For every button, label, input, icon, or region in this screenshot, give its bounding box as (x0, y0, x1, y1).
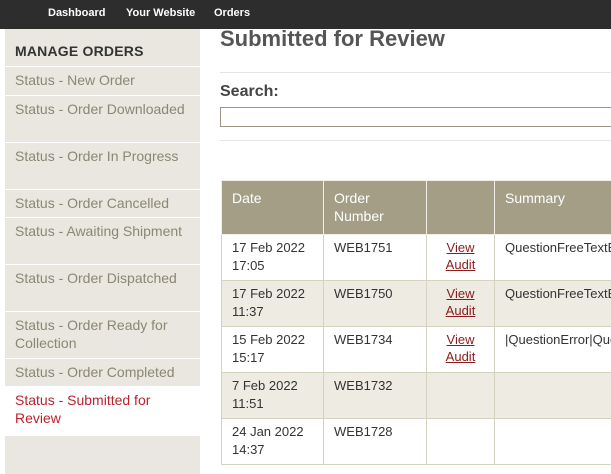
sidebar-item-order-cancelled[interactable]: Status - Order Cancelled (5, 189, 200, 217)
cell-summary: |QuestionError|Que (494, 326, 611, 373)
cell-date: 15 Feb 2022 15:17 (221, 326, 324, 373)
sidebar-item-submitted-for-review[interactable]: Status - Submitted for Review (5, 386, 200, 436)
page-title: Submitted for Review (220, 29, 445, 51)
cell-order-number: WEB1728 (323, 418, 427, 465)
column-header-summary[interactable]: Summary (494, 180, 611, 235)
cell-summary: QuestionFreeTextE (494, 280, 611, 327)
cell-date: 7 Feb 2022 11:51 (221, 372, 324, 419)
table-header-row: Date Order Number Summary (221, 180, 611, 235)
cell-actions (426, 418, 495, 465)
date-text: 17 Feb 2022 11:37 (232, 286, 306, 319)
sidebar-item-order-dispatched[interactable]: Status - Order Dispatched (5, 264, 200, 311)
cell-summary (494, 372, 611, 419)
cell-summary (494, 418, 611, 465)
date-text: 17 Feb 2022 17:05 (232, 240, 306, 273)
top-nav-bar: Dashboard Your Website Orders (0, 0, 611, 29)
search-input[interactable] (220, 107, 611, 127)
cell-order-number: WEB1734 (323, 326, 427, 373)
column-header-date[interactable]: Date (221, 180, 324, 235)
cell-actions: View Audit (426, 326, 495, 373)
table-row[interactable]: 17 Feb 2022 11:37 WEB1750 View Audit Que… (221, 280, 611, 327)
title-divider (220, 72, 611, 73)
sidebar-item-order-in-progress[interactable]: Status - Order In Progress (5, 142, 200, 189)
sidebar-heading: MANAGE ORDERS (15, 43, 144, 59)
view-audit-link[interactable]: View Audit (446, 331, 476, 365)
view-audit-link[interactable]: View Audit (446, 285, 476, 319)
table-row[interactable]: 15 Feb 2022 15:17 WEB1734 View Audit |Qu… (221, 326, 611, 373)
cell-actions: View Audit (426, 234, 495, 281)
nav-your-website-link[interactable]: Your Website (126, 7, 195, 19)
nav-dashboard-link[interactable]: Dashboard (48, 7, 105, 19)
sidebar-item-order-downloaded[interactable]: Status - Order Downloaded (5, 95, 200, 142)
cell-actions: View Audit (426, 280, 495, 327)
column-header-actions (426, 180, 495, 235)
view-audit-link[interactable]: View Audit (446, 239, 476, 273)
cell-date: 24 Jan 2022 14:37 (221, 418, 324, 465)
table-row[interactable]: 17 Feb 2022 17:05 WEB1751 View Audit Que… (221, 234, 611, 281)
date-text: 7 Feb 2022 11:51 (232, 378, 298, 411)
table-row[interactable]: 24 Jan 2022 14:37 WEB1728 (221, 418, 611, 465)
sidebar-item-order-completed[interactable]: Status - Order Completed (5, 358, 200, 386)
date-text: 15 Feb 2022 15:17 (232, 332, 306, 365)
cell-order-number: WEB1750 (323, 280, 427, 327)
cell-order-number: WEB1732 (323, 372, 427, 419)
table-row[interactable]: 7 Feb 2022 11:51 WEB1732 (221, 372, 611, 419)
cell-summary: QuestionFreeTextE (494, 234, 611, 281)
orders-table: Date Order Number Summary 17 Feb 2022 17… (221, 180, 611, 465)
cell-actions (426, 372, 495, 419)
search-divider (220, 140, 611, 141)
search-label: Search: (220, 83, 279, 100)
cell-date: 17 Feb 2022 17:05 (221, 234, 324, 281)
column-header-order-number[interactable]: Order Number (323, 180, 427, 235)
cell-order-number: WEB1751 (323, 234, 427, 281)
sidebar: MANAGE ORDERS Status - New Order Status … (5, 29, 200, 474)
sidebar-item-awaiting-shipment[interactable]: Status - Awaiting Shipment (5, 217, 200, 264)
sidebar-item-ready-for-collection[interactable]: Status - Order Ready for Collection (5, 311, 200, 358)
cell-date: 17 Feb 2022 11:37 (221, 280, 324, 327)
date-text: 24 Jan 2022 14:37 (232, 424, 304, 457)
sidebar-item-new-order[interactable]: Status - New Order (5, 66, 200, 95)
main-content: Submitted for Review Search: Date Order … (200, 29, 611, 474)
nav-orders-link[interactable]: Orders (214, 7, 250, 19)
